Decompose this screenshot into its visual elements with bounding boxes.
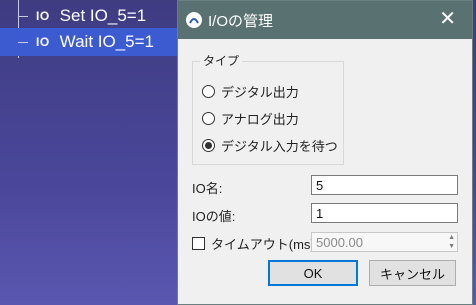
dialog-titlebar[interactable]: I/Oの管理 ✕ — [178, 1, 472, 39]
io-name-label: IO名: — [192, 181, 223, 196]
spin-down-icon[interactable]: ▼ — [448, 243, 455, 250]
radio-label: アナログ出力 — [221, 112, 299, 127]
tree-branch — [18, 41, 28, 43]
radio-wait-digital-input[interactable]: デジタル入力を待つ — [202, 136, 338, 155]
radio-button[interactable] — [202, 85, 215, 98]
io-name-input[interactable]: 5 — [311, 175, 458, 195]
radio-digital-output[interactable]: デジタル出力 — [202, 82, 299, 101]
tree-item-label: Set IO_5=1 — [59, 6, 147, 25]
tree-item-set-io[interactable]: IO Set IO_5=1 — [0, 2, 200, 30]
close-icon[interactable]: ✕ — [439, 9, 456, 29]
io-icon: IO — [36, 35, 50, 49]
radio-label: デジタル出力 — [221, 85, 299, 100]
io-value-label: IOの値: — [192, 209, 236, 224]
io-value-input[interactable]: 1 — [311, 203, 458, 223]
radio-analog-output[interactable]: アナログ出力 — [202, 109, 299, 128]
spin-up-icon[interactable]: ▲ — [448, 234, 455, 241]
app-icon — [186, 12, 202, 28]
spin-arrows[interactable]: ▲ ▼ — [448, 233, 455, 251]
timeout-spinbox[interactable]: 5000.00 ▲ ▼ — [311, 232, 458, 252]
io-management-dialog: I/Oの管理 ✕ タイプ デジタル出力 アナログ出力 デジタル入力を待つ IO名… — [177, 0, 473, 305]
tree-branch — [18, 15, 28, 17]
dialog-title: I/Oの管理 — [208, 12, 274, 30]
ok-button[interactable]: OK — [268, 260, 358, 286]
timeout-checkbox-row[interactable]: タイムアウト(ms) — [192, 234, 315, 253]
timeout-checkbox[interactable] — [192, 237, 205, 250]
timeout-label: タイムアウト(ms) — [211, 237, 315, 252]
io-icon: IO — [36, 9, 50, 23]
radio-label: デジタル入力を待つ — [221, 139, 338, 154]
cancel-button[interactable]: キャンセル — [369, 260, 456, 286]
tree-item-label: Wait IO_5=1 — [59, 32, 155, 51]
type-group-label: タイプ — [200, 52, 243, 69]
tree-item-wait-io[interactable]: IO Wait IO_5=1 — [0, 28, 200, 56]
timeout-value: 5000.00 — [316, 235, 363, 250]
radio-button[interactable] — [202, 112, 215, 125]
radio-button-checked[interactable] — [202, 139, 215, 152]
